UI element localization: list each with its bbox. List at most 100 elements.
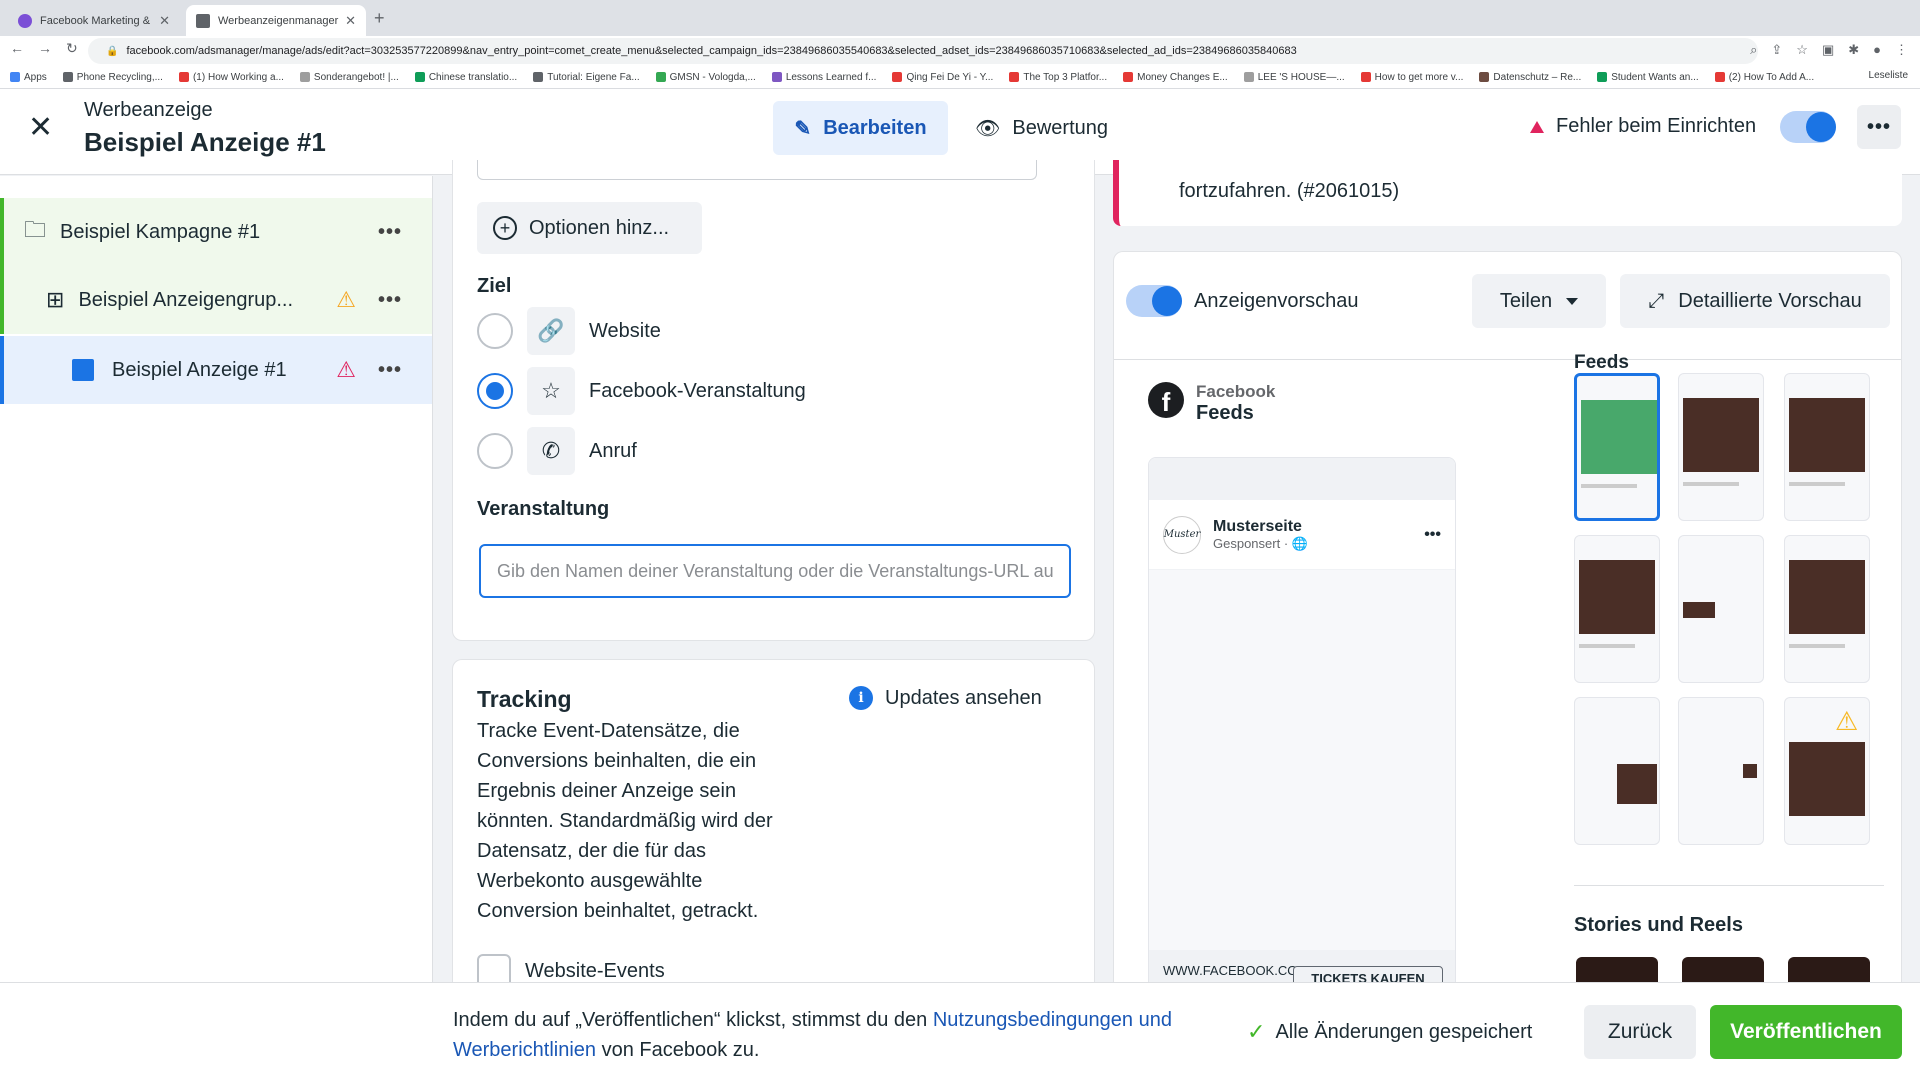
browser-tab-active[interactable]: Werbeanzeigenmanager - Wer... ✕	[186, 5, 366, 36]
adset-more-icon[interactable]: •••	[378, 289, 402, 312]
bookmark[interactable]: Chinese translatio...	[414, 72, 517, 83]
forward-arrow-icon[interactable]: →	[38, 40, 52, 57]
bookmark[interactable]: Datenschutz – Re...	[1479, 72, 1581, 83]
publish-button[interactable]: Veröffentlichen	[1710, 1005, 1902, 1059]
post-header: Muster Musterseite Gesponsert · 🌐 •••	[1149, 500, 1455, 570]
tab-close-icon[interactable]: ✕	[159, 13, 170, 29]
url-field[interactable]: 🔒 facebook.com/adsmanager/manage/ads/edi…	[88, 38, 1758, 64]
grid-icon: ⊞	[46, 287, 65, 312]
placement-thumb[interactable]	[1574, 535, 1660, 683]
setup-error-status[interactable]: Fehler beim Einrichten	[1530, 115, 1756, 138]
zoom-icon[interactable]: ⌕	[1750, 42, 1757, 58]
divider	[1574, 885, 1884, 886]
tab-title: Facebook Marketing & Werbea...	[40, 14, 153, 27]
bookmarks-bar: Apps Phone Recycling,... (1) How Working…	[0, 66, 1920, 88]
tab-title: Werbeanzeigenmanager - Wer...	[218, 14, 339, 27]
event-search-input[interactable]	[479, 544, 1071, 598]
ad-square-icon	[72, 359, 94, 381]
bookmark[interactable]: Tutorial: Eigene Fa...	[533, 72, 640, 83]
placement-thumb[interactable]	[1574, 697, 1660, 845]
reading-list[interactable]: Leseliste	[1869, 70, 1908, 81]
globe-icon: 🌐	[1291, 535, 1308, 551]
bookmark[interactable]: LEE 'S HOUSE—...	[1243, 72, 1345, 83]
star-icon[interactable]: ☆	[1796, 42, 1808, 58]
event-star-icon: ☆	[527, 367, 575, 415]
bookmark[interactable]: GMSN - Vologda,...	[655, 72, 756, 83]
ad-more-icon[interactable]: •••	[378, 359, 402, 382]
placement-thumb-warning[interactable]: ⚠	[1784, 697, 1870, 845]
stories-heading: Stories und Reels	[1574, 914, 1743, 936]
tree-item-campaign[interactable]: 🗀 Beispiel Kampagne #1 •••	[0, 198, 432, 266]
menu-dots-icon[interactable]: ⋮	[1895, 42, 1908, 58]
placement-thumb[interactable]	[1784, 373, 1870, 521]
tracking-description: Tracke Event-Datensätze, die Conversions…	[477, 720, 773, 922]
goal-option-call[interactable]: ✆ Anruf	[477, 427, 637, 475]
event-label: Veranstaltung	[477, 498, 610, 520]
bookmark[interactable]: Money Changes E...	[1123, 72, 1228, 83]
bookmark[interactable]: Apps	[10, 72, 47, 83]
tree-item-ad[interactable]: Beispiel Anzeige #1 ⚠ •••	[0, 336, 432, 404]
publish-bar: Indem du auf „Veröffentlichen“ klickst, …	[0, 982, 1920, 1080]
previous-field-edge	[477, 160, 1037, 180]
radio-button[interactable]	[477, 313, 513, 349]
nav-buttons: ← → ↻	[10, 40, 78, 57]
placement-thumb[interactable]	[1678, 697, 1764, 845]
feed-preview-mockup: Muster Musterseite Gesponsert · 🌐 ••• WW…	[1148, 457, 1456, 990]
facebook-logo-icon: f	[1148, 382, 1184, 418]
goal-option-facebook-event[interactable]: ☆ Facebook-Veranstaltung	[477, 367, 806, 415]
placement-thumb[interactable]	[1784, 535, 1870, 683]
goal-option-website[interactable]: 🔗 Website	[477, 307, 661, 355]
close-icon[interactable]: ✕	[28, 113, 53, 143]
puzzle-icon[interactable]: ✱	[1848, 42, 1859, 58]
updates-link[interactable]: i Updates ansehen	[849, 686, 1042, 710]
share-button[interactable]: Teilen	[1472, 274, 1606, 328]
bookmark[interactable]: Qing Fei De Yi - Y...	[892, 72, 993, 83]
bookmark[interactable]: Student Wants an...	[1597, 72, 1699, 83]
browser-tabstrip: Facebook Marketing & Werbea... ✕ Werbean…	[0, 0, 1920, 36]
browser-tab[interactable]: Facebook Marketing & Werbea... ✕	[8, 5, 180, 36]
error-triangle-icon	[1530, 120, 1544, 133]
edit-button[interactable]: ✎ Bearbeiten	[773, 101, 948, 155]
reload-icon[interactable]: ↻	[66, 40, 78, 57]
back-button[interactable]: Zurück	[1584, 1005, 1696, 1059]
placement-thumb[interactable]	[1574, 373, 1660, 521]
placement-label: f Facebook Feeds	[1148, 382, 1275, 425]
extension-icon[interactable]: ▣	[1822, 42, 1834, 58]
post-more-icon[interactable]: •••	[1424, 526, 1441, 544]
plus-circle-icon: +	[493, 216, 517, 240]
warning-icon: ⚠	[1835, 706, 1859, 736]
placement-thumb[interactable]	[1678, 535, 1764, 683]
share-icon[interactable]: ⇪	[1771, 42, 1782, 58]
review-button[interactable]: 👁 Bewertung	[975, 101, 1108, 155]
feeds-heading: Feeds	[1574, 352, 1629, 368]
radio-button[interactable]	[477, 433, 513, 469]
url-text: facebook.com/adsmanager/manage/ads/edit?…	[126, 45, 1297, 57]
preview-toggle[interactable]	[1126, 285, 1182, 317]
header-subtitle: Werbeanzeige	[84, 99, 213, 121]
new-tab-icon[interactable]: +	[374, 8, 385, 29]
tree-item-adset[interactable]: ⊞ Beispiel Anzeigengrup... ⚠ •••	[0, 266, 432, 334]
bookmark[interactable]: (1) How Working a...	[178, 72, 284, 83]
bookmark[interactable]: Lessons Learned f...	[771, 72, 876, 83]
radio-button-selected[interactable]	[477, 373, 513, 409]
bookmark[interactable]: (2) How To Add A...	[1714, 72, 1814, 83]
browser-actions: ⌕ ⇪ ☆ ▣ ✱ ● ⋮	[1750, 42, 1908, 58]
campaign-more-icon[interactable]: •••	[378, 221, 402, 244]
save-status: ✓ Alle Änderungen gespeichert	[1247, 1019, 1533, 1044]
placement-thumb[interactable]	[1678, 373, 1764, 521]
checkmark-icon: ✓	[1247, 1019, 1266, 1044]
more-options-button[interactable]: •••	[1857, 105, 1901, 149]
tab-close-icon[interactable]: ✕	[345, 13, 356, 29]
bookmark[interactable]: Phone Recycling,...	[62, 72, 163, 83]
add-options-button[interactable]: + Optionen hinz...	[477, 202, 702, 254]
bookmark[interactable]: Sonderangebot! |...	[299, 72, 399, 83]
back-arrow-icon[interactable]: ←	[10, 40, 24, 57]
error-message-card: fortzufahren. (#2061015)	[1113, 160, 1902, 226]
tracking-title: Tracking	[477, 686, 572, 712]
bookmark[interactable]: How to get more v...	[1360, 72, 1463, 83]
detailed-preview-button[interactable]: ⤢ Detaillierte Vorschau	[1620, 274, 1890, 328]
ad-active-toggle[interactable]	[1780, 111, 1836, 143]
bookmark[interactable]: The Top 3 Platfor...	[1009, 72, 1107, 83]
profile-icon[interactable]: ●	[1873, 42, 1881, 58]
ads-favicon-icon	[196, 13, 210, 28]
